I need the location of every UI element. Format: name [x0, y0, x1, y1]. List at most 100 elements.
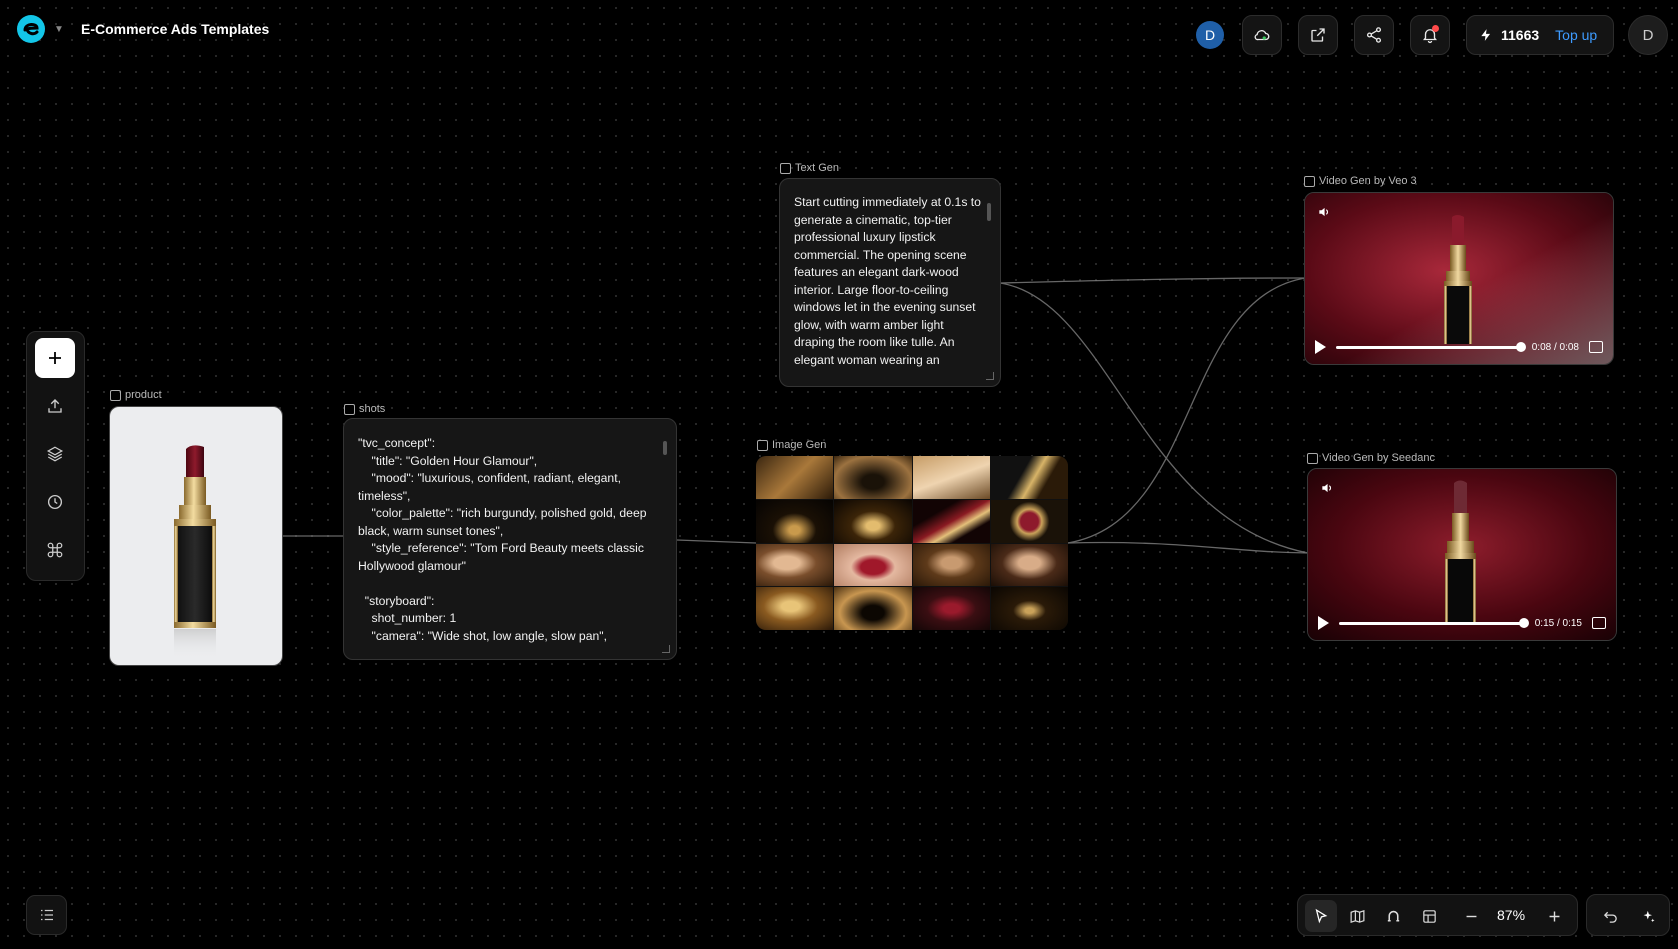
scrollbar[interactable] — [663, 441, 667, 455]
generated-image[interactable] — [990, 499, 1068, 543]
undo-icon — [1603, 911, 1617, 923]
pointer-icon — [1315, 908, 1327, 923]
sparkle-icon — [1643, 910, 1655, 922]
scrollbar[interactable] — [987, 203, 991, 221]
snap-button[interactable] — [1377, 900, 1409, 932]
progress-thumb[interactable] — [1518, 617, 1529, 628]
generated-image[interactable] — [990, 456, 1068, 499]
generated-image[interactable] — [834, 587, 912, 630]
plus-icon — [49, 352, 61, 364]
layers-icon — [46, 446, 64, 462]
history-button[interactable] — [35, 482, 75, 522]
shots-text[interactable]: "tvc_concept": "title": "Golden Hour Gla… — [358, 435, 658, 645]
add-node-button[interactable] — [35, 338, 75, 378]
zoom-in-button[interactable] — [1538, 900, 1570, 932]
image-gen-node-label: Image Gen — [757, 439, 826, 451]
video-seedance-node[interactable]: 0:15 / 0:15 — [1307, 468, 1617, 641]
generated-image[interactable] — [756, 499, 834, 543]
video-progress[interactable] — [1339, 617, 1529, 628]
magnet-icon — [1387, 910, 1399, 922]
zoom-level[interactable]: 87% — [1497, 907, 1525, 923]
lightning-icon — [1481, 29, 1491, 41]
shots-node-label: shots — [344, 403, 385, 415]
command-icon — [47, 542, 63, 558]
progress-thumb[interactable] — [1515, 341, 1526, 352]
volume-icon[interactable] — [1317, 205, 1331, 219]
app-logo[interactable] — [16, 14, 46, 44]
generated-image[interactable] — [912, 587, 990, 630]
generated-image[interactable] — [756, 456, 834, 499]
snapshot-icon[interactable] — [1589, 341, 1603, 353]
video-controls: 0:08 / 0:08 — [1305, 330, 1613, 364]
snapshot-icon[interactable] — [1592, 617, 1606, 629]
video-progress[interactable] — [1336, 341, 1526, 352]
cloud-sync-button[interactable] — [1242, 15, 1282, 55]
generated-image[interactable] — [912, 499, 990, 543]
credits-count: 11663 — [1501, 27, 1540, 43]
project-title[interactable]: E-Commerce Ads Templates — [81, 21, 269, 37]
image-icon — [110, 389, 121, 401]
text-icon — [344, 403, 355, 415]
left-toolbar — [26, 331, 85, 581]
resize-handle[interactable] — [986, 372, 994, 380]
upload-button[interactable] — [35, 386, 75, 426]
history-controls — [1586, 894, 1670, 936]
zoom-out-button[interactable] — [1455, 900, 1487, 932]
resize-handle[interactable] — [662, 645, 670, 653]
volume-icon[interactable] — [1320, 481, 1334, 495]
open-external-button[interactable] — [1298, 15, 1338, 55]
share-icon — [1366, 27, 1382, 43]
image-icon — [757, 439, 768, 451]
video-time: 0:08 / 0:08 — [1531, 341, 1579, 353]
select-tool-button[interactable] — [1305, 900, 1337, 932]
generated-image[interactable] — [990, 587, 1068, 630]
play-icon[interactable] — [1315, 340, 1326, 354]
history-icon — [47, 494, 63, 510]
chevron-down-icon[interactable]: ▼ — [54, 24, 64, 35]
video-time: 0:15 / 0:15 — [1534, 617, 1582, 629]
generated-image[interactable] — [756, 543, 834, 587]
text-gen-output[interactable]: Start cutting immediately at 0.1s to gen… — [794, 194, 986, 369]
zoom-in-icon — [1549, 911, 1559, 921]
video-veo-node[interactable]: 0:08 / 0:08 — [1304, 192, 1614, 365]
notification-dot — [1432, 25, 1439, 32]
layout-icon — [1422, 909, 1436, 923]
generated-image[interactable] — [756, 587, 834, 630]
generated-image[interactable] — [834, 456, 912, 499]
generated-image[interactable] — [912, 456, 990, 499]
credits-widget: 11663 Top up — [1466, 15, 1614, 55]
canvas-controls: 87% — [1297, 894, 1578, 936]
image-gen-grid[interactable] — [756, 456, 1068, 630]
share-button[interactable] — [1354, 15, 1394, 55]
generated-image[interactable] — [834, 543, 912, 587]
product-node[interactable] — [109, 406, 283, 666]
text-gen-node[interactable]: Start cutting immediately at 0.1s to gen… — [779, 178, 1001, 387]
layers-button[interactable] — [35, 434, 75, 474]
undo-button[interactable] — [1594, 900, 1626, 932]
video-controls: 0:15 / 0:15 — [1308, 606, 1616, 640]
shots-node[interactable]: "tvc_concept": "title": "Golden Hour Gla… — [343, 418, 677, 660]
shortcuts-button[interactable] — [35, 530, 75, 570]
map-icon — [1350, 909, 1364, 923]
text-gen-node-label: Text Gen — [780, 162, 839, 174]
text-icon — [780, 162, 791, 174]
product-node-label: product — [110, 389, 162, 401]
external-link-icon — [1311, 28, 1325, 42]
zoom-out-icon — [1466, 915, 1476, 917]
layout-button[interactable] — [1413, 900, 1445, 932]
notifications-button[interactable] — [1410, 15, 1450, 55]
generated-image[interactable] — [990, 543, 1068, 587]
collaborator-avatar[interactable]: D — [1196, 21, 1224, 49]
ai-assist-button[interactable] — [1632, 900, 1664, 932]
lipstick-product-image — [174, 445, 216, 659]
upload-icon — [48, 399, 62, 413]
user-avatar[interactable]: D — [1628, 15, 1668, 55]
play-icon[interactable] — [1318, 616, 1329, 630]
outline-icon — [40, 909, 53, 921]
outline-button[interactable] — [26, 895, 67, 935]
generated-image[interactable] — [912, 543, 990, 587]
minimap-button[interactable] — [1341, 900, 1373, 932]
generated-image[interactable] — [834, 499, 912, 543]
top-up-link[interactable]: Top up — [1555, 27, 1597, 43]
video-seedance-node-label: Video Gen by Seedanc — [1307, 452, 1435, 464]
